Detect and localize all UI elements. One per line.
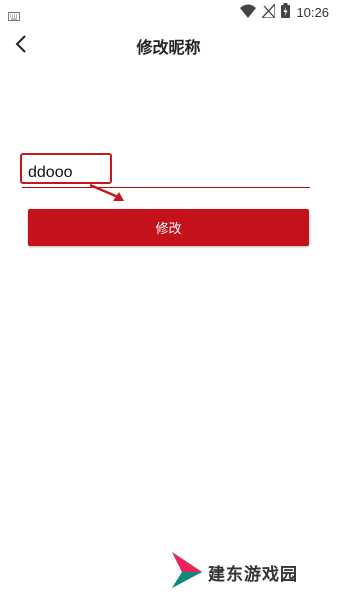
wifi-icon [240,3,257,22]
status-icons: 10:26 [240,1,329,22]
watermark: 建东游戏园 [170,550,298,594]
battery-charging-icon [281,2,291,22]
nickname-input[interactable] [28,161,298,185]
nickname-field[interactable] [22,161,310,188]
submit-button[interactable]: 修改 [28,209,309,246]
no-signal-icon [260,1,277,22]
status-time: 10:26 [296,4,329,20]
title-bar: 修改昵称 [0,24,337,64]
watermark-text: 建东游戏园 [208,564,298,585]
keyboard-icon [8,6,20,25]
watermark-logo-icon [170,550,204,594]
status-bar: 10:26 [0,0,337,24]
page-title: 修改昵称 [136,38,201,57]
annotation-arrow-icon [88,182,130,208]
